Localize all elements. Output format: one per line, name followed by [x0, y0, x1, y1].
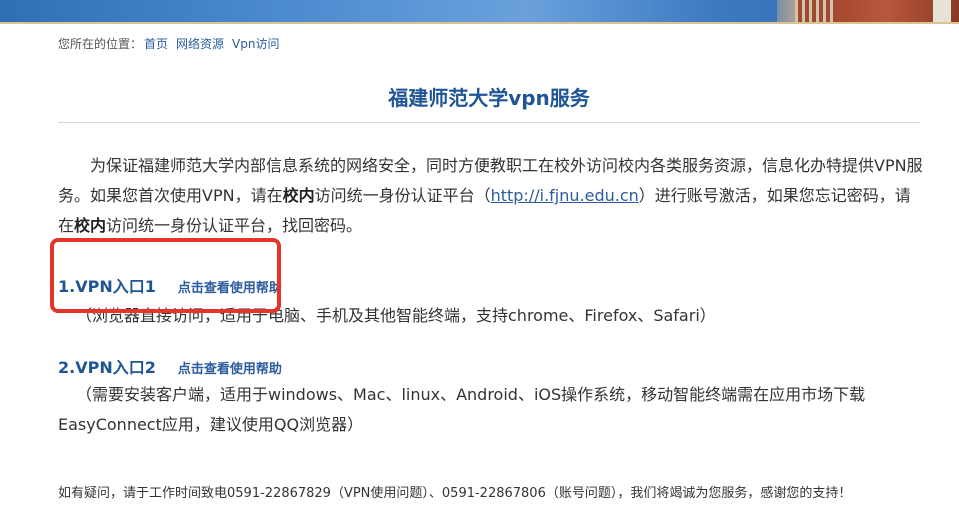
intro-paragraph: 为保证福建师范大学内部信息系统的网络安全，同时方便教职工在校外访问校内各类服务资…: [58, 151, 923, 241]
vpn-entry-2-number: 2.: [58, 358, 76, 377]
page-title: 福建师范大学vpn服务: [388, 86, 590, 110]
intro-bold-campus-1: 校内: [282, 186, 315, 205]
breadcrumb-network-resources-link[interactable]: 网络资源: [176, 37, 224, 51]
header-banner-image: [0, 0, 959, 24]
breadcrumb-prefix: 您所在的位置：: [58, 37, 143, 51]
vpn-entry-2-description: （需要安装客户端，适用于windows、Mac、linux、Android、iO…: [58, 385, 866, 434]
breadcrumb: 您所在的位置： 首页 网络资源 Vpn访问: [58, 35, 285, 52]
title-divider: [58, 122, 920, 123]
intro-text-2: 访问统一身份认证平台（: [314, 186, 491, 205]
breadcrumb-vpn-access-link[interactable]: Vpn访问: [232, 37, 279, 51]
footer-contact-note: 如有疑问，请于工作时间致电0591-22867829（VPN使用问题）、0591…: [58, 486, 852, 501]
red-highlight-box: [50, 238, 281, 313]
vpn-entry-2-link[interactable]: VPN入口2: [75, 358, 156, 377]
intro-bold-campus-2: 校内: [74, 216, 107, 235]
page: 您所在的位置： 首页 网络资源 Vpn访问 福建师范大学vpn服务 为保证福建师范大学…: [0, 0, 959, 514]
campus-building-image: [777, 0, 959, 22]
vpn-entry-2-help-link[interactable]: 点击查看使用帮助: [178, 362, 282, 377]
breadcrumb-home-link[interactable]: 首页: [144, 37, 168, 51]
auth-platform-link[interactable]: http://i.fjnu.edu.cn: [491, 186, 639, 205]
intro-text-4: 访问统一身份认证平台，找回密码。: [106, 216, 363, 235]
vpn-entry-2-heading: 2.VPN入口2 点击查看使用帮助: [58, 354, 282, 378]
